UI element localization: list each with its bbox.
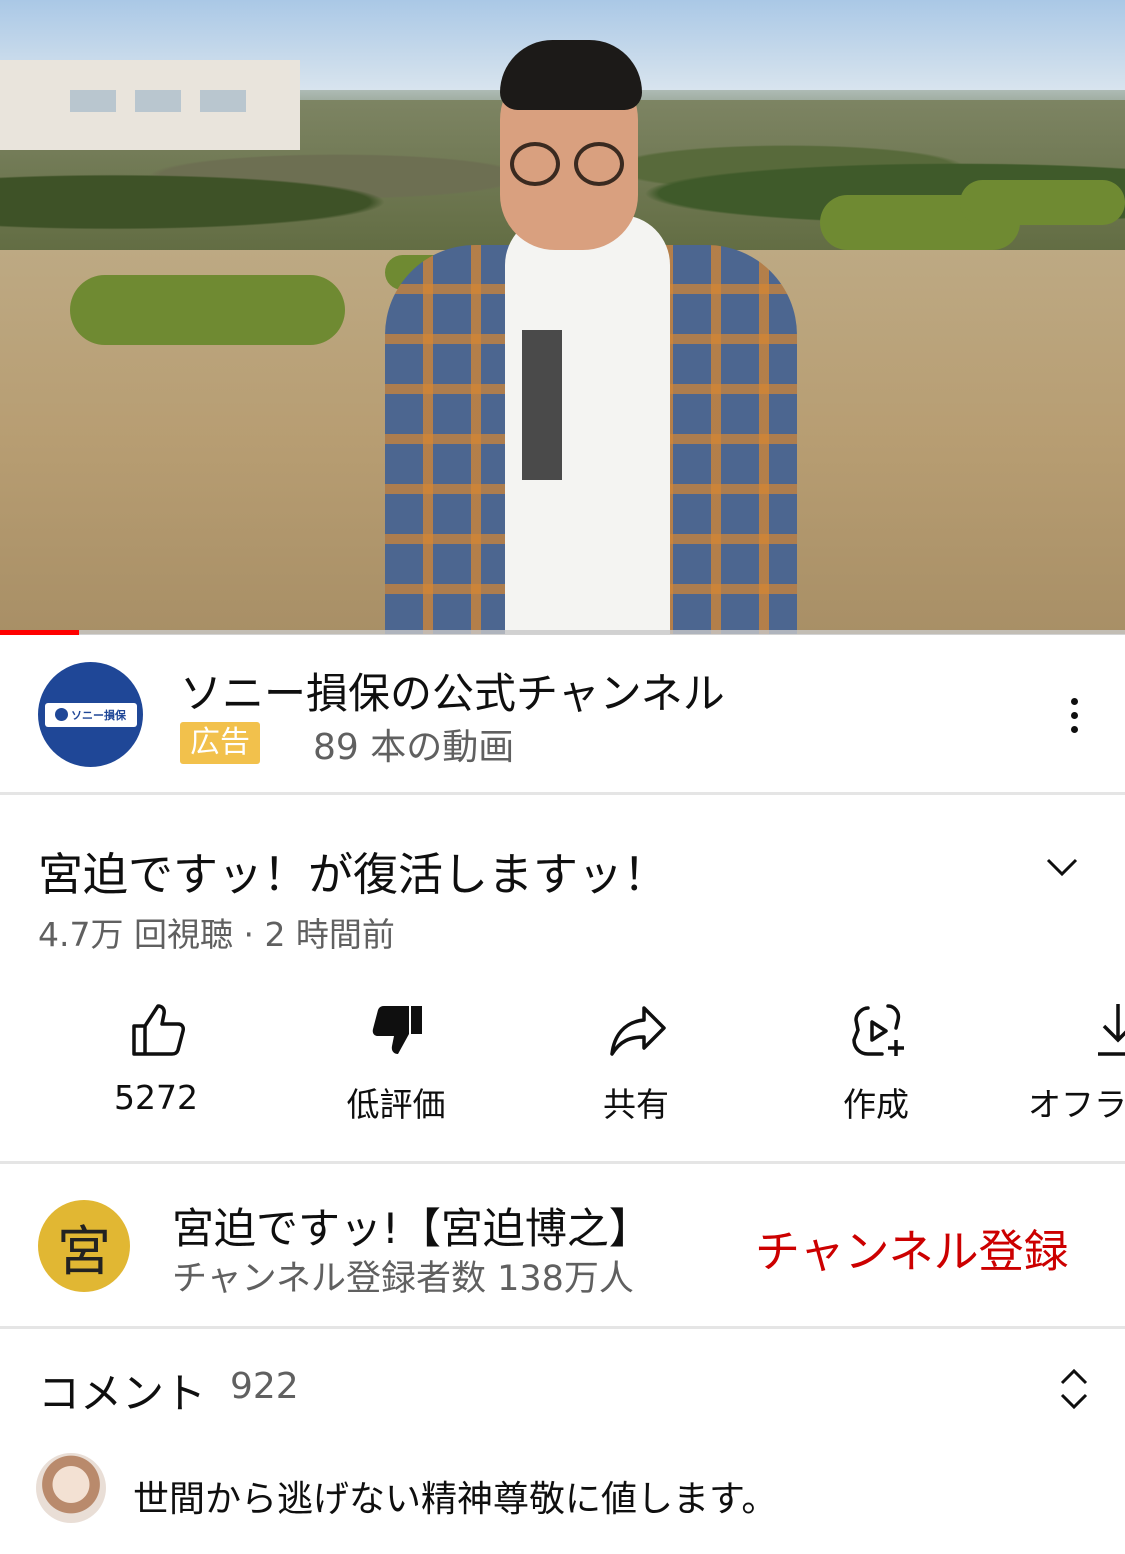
like-button[interactable]: 5272 [56,990,256,1140]
video-frame-building [0,60,300,150]
channel-name[interactable]: 宮迫ですッ!【宮迫博之】 [172,1195,651,1256]
dislike-button[interactable]: 低評価 [296,990,496,1140]
video-title[interactable]: 宮迫ですッ！が復活しますッ！ [38,838,668,903]
more-options-icon[interactable] [1054,695,1094,735]
channel-subscriber-count: チャンネル登録者数 138万人 [172,1259,634,1299]
offline-label: オフラ [1028,1085,1125,1124]
logo-mark-icon [55,708,68,721]
divider [0,792,1125,795]
share-label: 共有 [603,1085,669,1124]
like-count: 5272 [114,1078,198,1117]
thumbs-up-icon [132,1004,185,1056]
download-icon [1098,1004,1125,1056]
share-icon [610,1006,666,1056]
create-icon [852,1004,904,1056]
dislike-label: 低評価 [346,1085,446,1124]
create-label: 作成 [843,1085,909,1124]
ad-logo-text: ソニー損保 [71,708,126,722]
top-comment-text[interactable]: 世間から逃げない精神尊敬に値します。 [133,1470,777,1522]
comments-label[interactable]: コメント [38,1360,206,1421]
divider [0,1161,1125,1164]
ad-badge: 広告 [180,722,260,764]
expand-icon[interactable] [1052,1365,1096,1413]
action-bar: 5272 低評価 共有 作成 オフラ [0,990,1125,1140]
offline-button[interactable]: オフラ [1016,990,1125,1140]
subscribe-button[interactable]: チャンネル登録 [755,1215,1069,1280]
ad-channel-name[interactable]: ソニー損保の公式チャンネル [180,660,725,721]
commenter-avatar[interactable] [36,1453,106,1523]
share-button[interactable]: 共有 [536,990,736,1140]
ad-video-count: 89 本の動画 [313,727,515,768]
comments-count: 922 [230,1366,299,1407]
video-meta: 4.7万 回視聴 · 2 時間前 [38,915,395,954]
ad-channel-row[interactable]: ソニー損保 ソニー損保の公式チャンネル 広告 89 本の動画 [0,635,1125,793]
chevron-down-icon[interactable] [1040,845,1084,889]
create-button[interactable]: 作成 [776,990,976,1140]
channel-avatar[interactable]: 宮 [38,1200,130,1292]
divider [0,1326,1125,1329]
thumbs-down-icon [372,1006,422,1054]
video-player[interactable] [0,0,1125,634]
ad-channel-logo[interactable]: ソニー損保 [38,662,143,767]
